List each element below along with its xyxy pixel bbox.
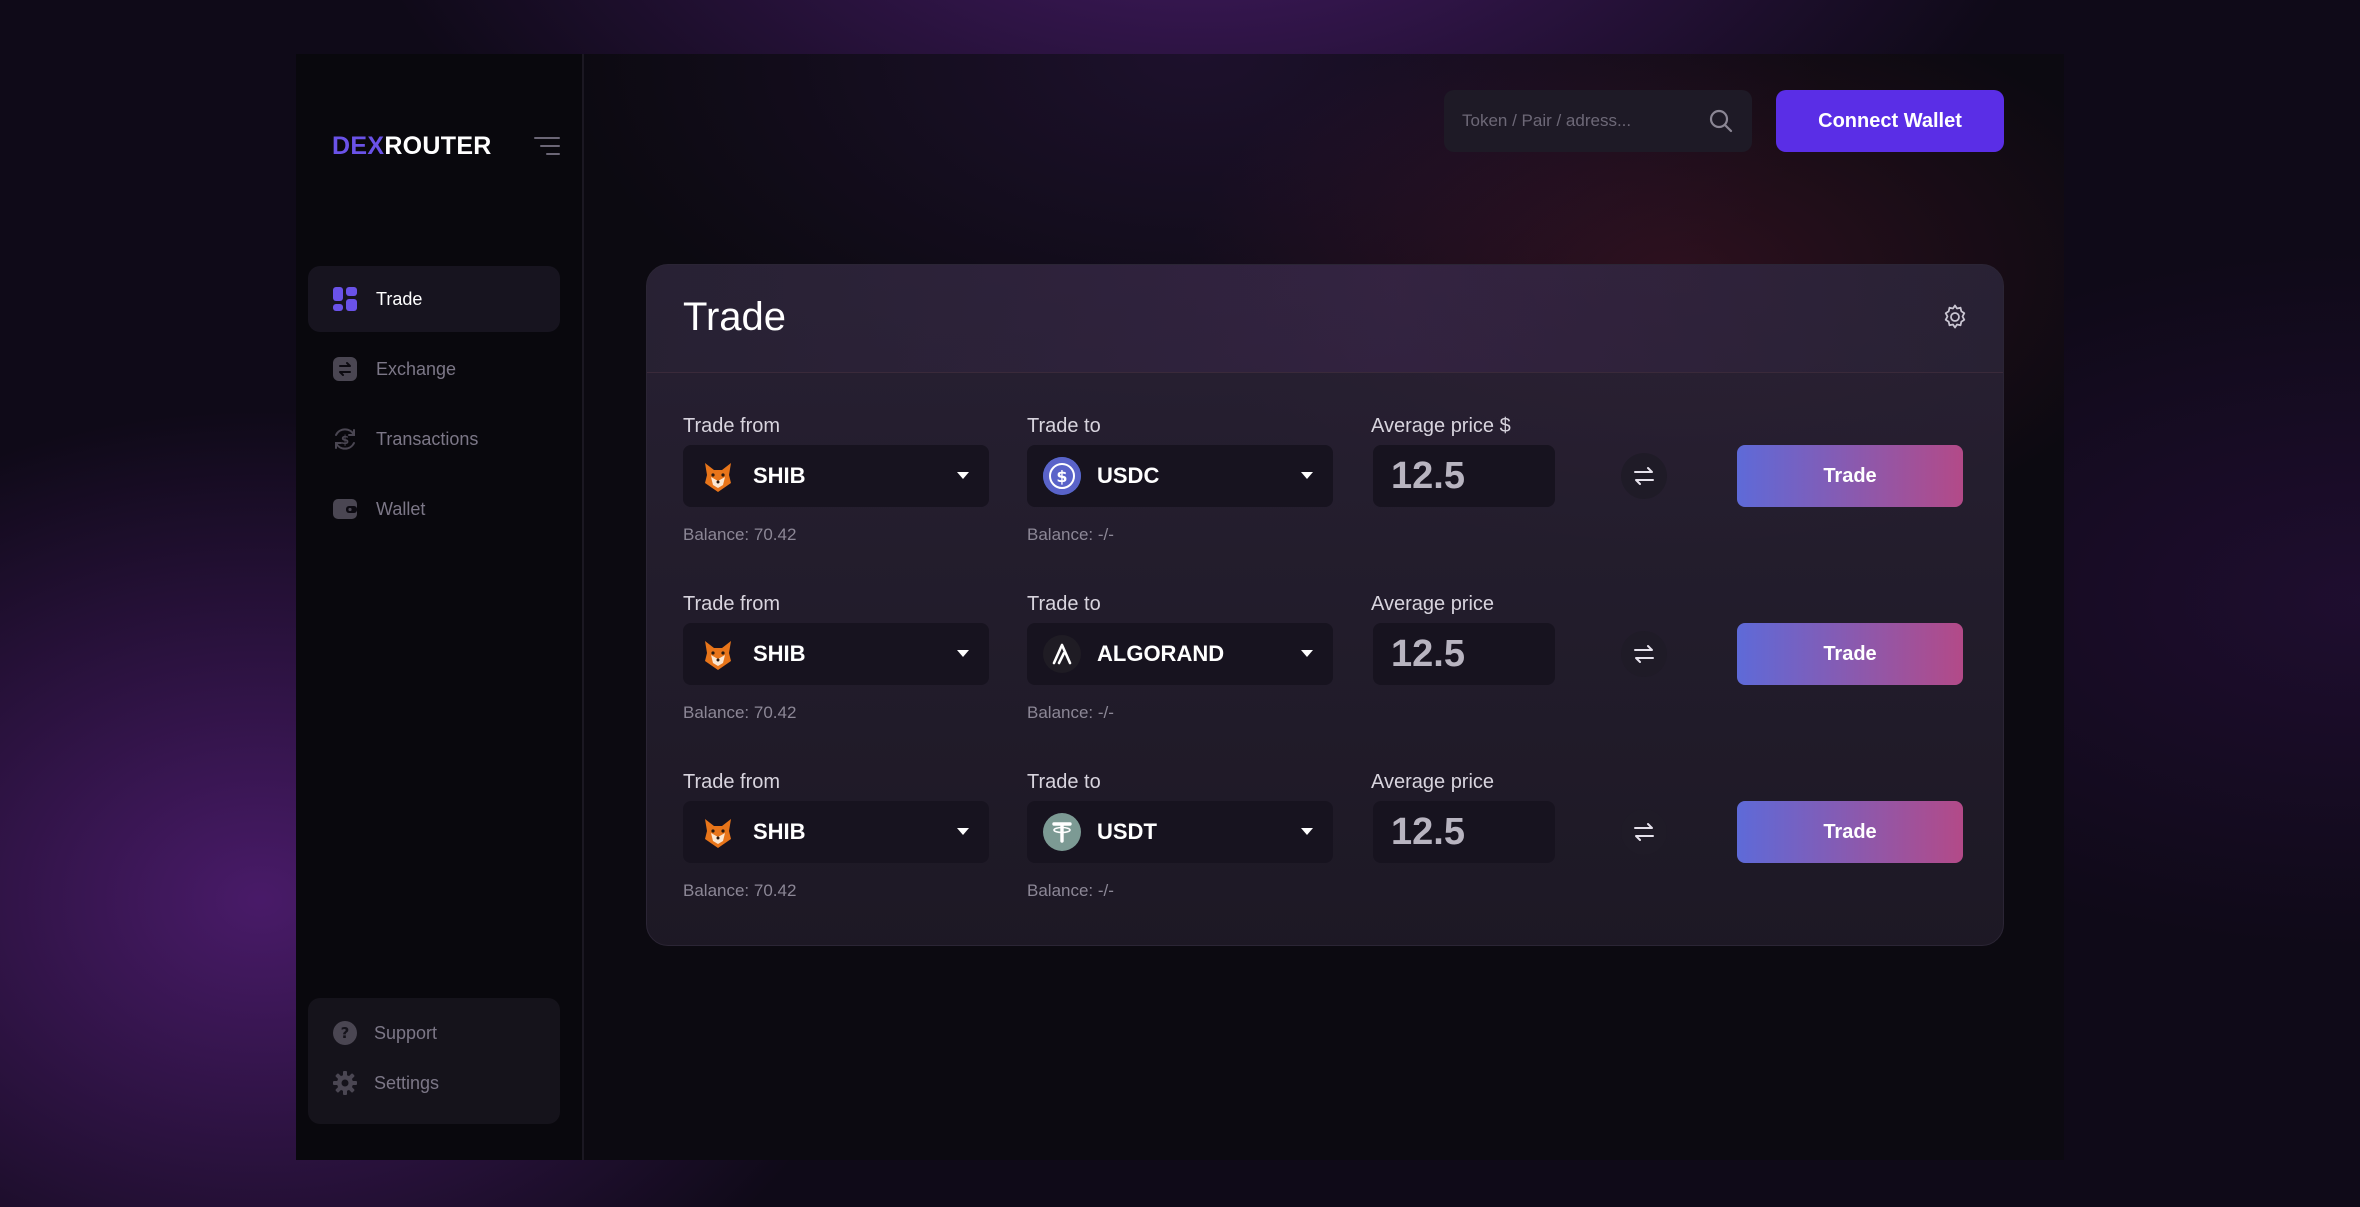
usdt-icon <box>1043 813 1081 851</box>
search-icon[interactable] <box>1708 108 1734 134</box>
from-balance: Balance: 70.42 <box>683 703 797 722</box>
search-box <box>1444 90 1752 152</box>
trade-from-select[interactable]: SHIB <box>683 623 989 685</box>
svg-text:$: $ <box>1056 467 1067 486</box>
average-price-label: Average price <box>1371 771 1495 793</box>
average-price-label: Average price $ <box>1371 415 1511 437</box>
panel-header: Trade <box>647 265 2003 373</box>
sidebar-item-exchange[interactable]: Exchange <box>308 336 560 402</box>
chevron-down-icon <box>957 828 969 835</box>
settings-gear-icon[interactable] <box>1941 303 1969 331</box>
to-balance: Balance: -/- <box>1027 881 1114 900</box>
chevron-down-icon <box>1301 472 1313 479</box>
trade-to-label: Trade to <box>1027 593 1101 615</box>
trade-to-label: Trade to <box>1027 415 1101 437</box>
settings-label: Settings <box>374 1072 440 1093</box>
sidebar-item-transactions[interactable]: $ Transactions <box>308 406 560 472</box>
sidebar-item-settings[interactable]: Settings <box>332 1068 560 1098</box>
trade-row: Trade from SHIB Balance: 70.42 Trade to <box>647 771 2003 941</box>
trade-from-label: Trade from <box>683 593 781 615</box>
trade-button[interactable]: Trade <box>1737 445 1963 507</box>
sidebar-item-label: Transactions <box>376 428 479 449</box>
average-price-label: Average price <box>1371 593 1495 615</box>
average-price-input[interactable] <box>1373 445 1555 507</box>
chevron-down-icon <box>1301 650 1313 657</box>
average-price-input[interactable] <box>1373 623 1555 685</box>
to-balance: Balance: -/- <box>1027 525 1114 544</box>
grid-icon <box>332 286 358 312</box>
trade-from-label: Trade from <box>683 771 781 793</box>
trade-button[interactable]: Trade <box>1737 801 1963 863</box>
dollar-cycle-icon: $ <box>332 426 358 452</box>
page-title: Trade <box>683 295 787 339</box>
sidebar-item-label: Wallet <box>376 498 426 519</box>
sidebar-item-label: Trade <box>376 288 423 309</box>
search-input[interactable] <box>1462 111 1708 131</box>
usdc-icon: $ <box>1043 457 1081 495</box>
swap-icon[interactable] <box>1621 809 1667 855</box>
sidebar: DEXROUTER Trade Exchange $ Transactions … <box>296 54 584 1160</box>
sidebar-item-support[interactable]: ? Support <box>332 1018 560 1048</box>
sidebar-item-wallet[interactable]: Wallet <box>308 476 560 542</box>
trade-panel: Trade Trade from SHIB Balance: 70.42 Tra… <box>646 264 2004 946</box>
shib-icon <box>699 635 737 673</box>
wallet-icon <box>332 496 358 522</box>
menu-toggle-icon[interactable] <box>534 134 560 158</box>
average-price-input[interactable] <box>1373 801 1555 863</box>
token-name: SHIB <box>753 463 806 488</box>
from-balance: Balance: 70.42 <box>683 881 797 900</box>
trade-to-label: Trade to <box>1027 771 1101 793</box>
token-name: SHIB <box>753 641 806 666</box>
shib-icon <box>699 457 737 495</box>
chevron-down-icon <box>957 472 969 479</box>
sidebar-item-trade[interactable]: Trade <box>308 266 560 332</box>
trade-to-select[interactable]: ALGORAND <box>1027 623 1333 685</box>
svg-text:?: ? <box>341 1024 350 1042</box>
exchange-icon <box>332 356 358 382</box>
chevron-down-icon <box>957 650 969 657</box>
sidebar-item-label: Exchange <box>376 358 457 379</box>
swap-icon[interactable] <box>1621 453 1667 499</box>
trade-button[interactable]: Trade <box>1737 623 1963 685</box>
trade-from-label: Trade from <box>683 415 781 437</box>
token-name: USDT <box>1097 819 1157 844</box>
swap-icon[interactable] <box>1621 631 1667 677</box>
trade-from-select[interactable]: SHIB <box>683 445 989 507</box>
chevron-down-icon <box>1301 828 1313 835</box>
trade-row: Trade from SHIB Balance: 70.42 Trade to <box>647 593 2003 763</box>
logo: DEXROUTER <box>332 132 492 161</box>
connect-wallet-button[interactable]: Connect Wallet <box>1776 90 2004 152</box>
shib-icon <box>699 813 737 851</box>
from-balance: Balance: 70.42 <box>683 525 797 544</box>
trade-to-select[interactable]: $ USDC <box>1027 445 1333 507</box>
token-name: SHIB <box>753 819 806 844</box>
gear-icon <box>332 1070 358 1096</box>
sidebar-nav: Trade Exchange $ Transactions Wallet <box>308 266 560 546</box>
trade-from-select[interactable]: SHIB <box>683 801 989 863</box>
to-balance: Balance: -/- <box>1027 703 1114 722</box>
trade-row: Trade from SHIB Balance: 70.42 Trade to <box>647 415 2003 585</box>
svg-text:$: $ <box>341 433 349 447</box>
algorand-icon <box>1043 635 1081 673</box>
help-icon: ? <box>332 1020 358 1046</box>
token-name: USDC <box>1097 463 1160 488</box>
trade-to-select[interactable]: USDT <box>1027 801 1333 863</box>
logo-dex: DEX <box>332 132 385 160</box>
token-name: ALGORAND <box>1097 641 1225 666</box>
app-window: DEXROUTER Trade Exchange $ Transactions … <box>296 54 2064 1160</box>
support-section: ? Support Settings <box>308 998 560 1124</box>
logo-router: ROUTER <box>384 132 492 160</box>
support-label: Support <box>374 1022 438 1043</box>
